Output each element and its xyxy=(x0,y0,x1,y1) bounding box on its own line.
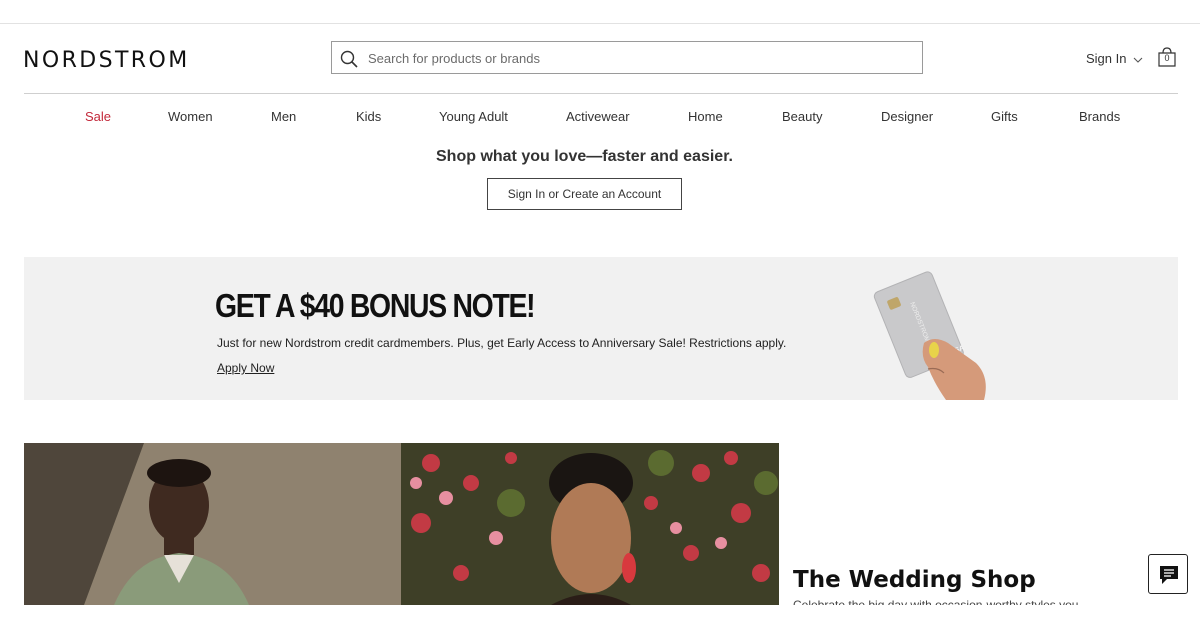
chevron-down-icon xyxy=(1133,57,1143,63)
bride-floral-photo xyxy=(401,443,779,605)
top-divider xyxy=(0,23,1200,24)
sign-in-menu[interactable]: Sign In xyxy=(1086,51,1143,66)
wedding-shop-subtitle: Celebrate the big day with occasion-wort… xyxy=(793,598,1078,605)
apply-now-link[interactable]: Apply Now xyxy=(217,361,274,375)
main-nav: Sale Women Men Kids Young Adult Activewe… xyxy=(0,109,1200,127)
groom-photo xyxy=(24,443,401,605)
nav-item-young-adult[interactable]: Young Adult xyxy=(439,109,508,124)
sign-in-create-account-button[interactable]: Sign In or Create an Account xyxy=(487,178,682,210)
nav-item-men[interactable]: Men xyxy=(271,109,296,124)
wedding-women-image[interactable] xyxy=(401,443,779,605)
nordstrom-logo[interactable]: NORDSTROM xyxy=(23,48,190,73)
nav-item-brands[interactable]: Brands xyxy=(1079,109,1120,124)
chat-icon xyxy=(1160,566,1178,584)
sign-in-promo-text: Shop what you love—faster and easier. xyxy=(436,148,733,165)
search-bar[interactable] xyxy=(331,41,923,75)
banner-subtext: Just for new Nordstrom credit cardmember… xyxy=(217,336,787,350)
nav-item-gifts[interactable]: Gifts xyxy=(991,109,1018,124)
nav-item-beauty[interactable]: Beauty xyxy=(782,109,822,124)
nav-item-home[interactable]: Home xyxy=(688,109,723,124)
bag-count: 0 xyxy=(1164,53,1170,63)
nav-item-activewear[interactable]: Activewear xyxy=(566,109,630,124)
search-icon xyxy=(340,50,358,68)
sign-in-label: Sign In xyxy=(1086,51,1127,66)
nav-item-kids[interactable]: Kids xyxy=(356,109,381,124)
banner-headline: GET A $40 BONUS NOTE! xyxy=(215,287,536,324)
wedding-men-image[interactable] xyxy=(24,443,401,605)
search-input[interactable] xyxy=(366,42,910,75)
nav-divider xyxy=(24,93,1178,94)
shopping-bag-button[interactable]: 0 xyxy=(1157,47,1177,67)
credit-card-banner: GET A $40 BONUS NOTE! Just for new Nords… xyxy=(24,257,1178,400)
nav-item-women[interactable]: Women xyxy=(168,109,213,124)
wedding-shop-title[interactable]: The Wedding Shop xyxy=(793,567,1036,593)
credit-card-in-hand-image: NORDSTROM VISA xyxy=(873,271,986,400)
nav-item-sale[interactable]: Sale xyxy=(85,109,111,124)
nav-item-designer[interactable]: Designer xyxy=(881,109,933,124)
chat-button[interactable] xyxy=(1148,554,1188,594)
